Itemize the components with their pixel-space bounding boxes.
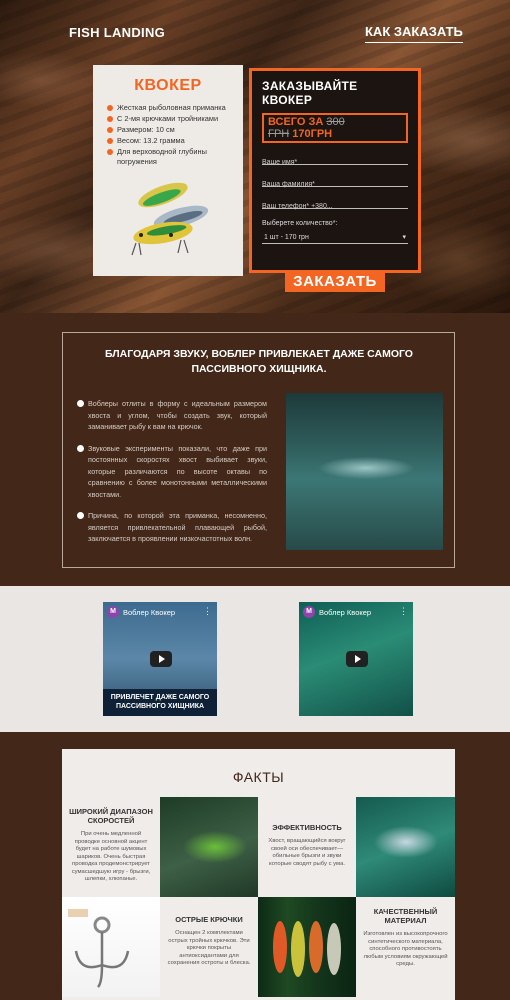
fact-image (258, 897, 356, 997)
fact-title: ОСТРЫЕ КРЮЧКИ (175, 915, 243, 924)
video-caption: ПРИВЛЕЧЕТ ДАЖЕ САМОГО ПАССИВНОГО ХИЩНИКА (103, 689, 217, 716)
chevron-down-icon: ▾ (402, 234, 406, 241)
hero-section: FISH LANDING КАК ЗАКАЗАТЬ КВОКЕР Жесткая… (0, 0, 510, 313)
quantity-label: Выберете количество*: (262, 220, 338, 227)
more-vert-icon[interactable]: ⋮ (203, 606, 212, 617)
fact-title: ЭФФЕКТИВНОСТЬ (272, 823, 342, 832)
sound-heading: БЛАГОДАРЯ ЗВУКУ, ВОБЛЕР ПРИВЛЕКАЕТ ДАЖЕ … (105, 348, 413, 375)
fact-card: ЭФФЕКТИВНОСТЬ Хвост, вращающийся вокруг … (258, 797, 356, 897)
fact-card: ШИРОКИЙ ДИАПАЗОН СКОРОСТЕЙ При очень мед… (62, 797, 160, 897)
feature-item: Для верховодной глубины погружения (107, 147, 243, 167)
feature-list: Жесткая рыболовная приманка С 2-мя крючк… (107, 103, 243, 167)
facts-section: ФАКТЫ ШИРОКИЙ ДИАПАЗОН СКОРОСТЕЙ При оче… (0, 732, 510, 1000)
fact-title: ШИРОКИЙ ДИАПАЗОН СКОРОСТЕЙ (69, 807, 153, 825)
fact-image (160, 797, 258, 897)
video-title[interactable]: Воблер Квокер (123, 608, 175, 617)
sound-point: Причина, по которой эта приманка, несомн… (77, 510, 267, 545)
water-splash-image (286, 393, 443, 550)
order-title: ЗАКАЗЫВАЙТЕ КВОКЕР (262, 79, 358, 107)
fact-card: ОСТРЫЕ КРЮЧКИ Оснащен 2 комплектами остр… (160, 897, 258, 997)
site-logo[interactable]: FISH LANDING (69, 25, 165, 40)
fact-text: Хвост, вращающийся вокруг своей оси обес… (268, 838, 346, 867)
new-price: 170ГРН (292, 128, 333, 140)
order-form: ЗАКАЗЫВАЙТЕ КВОКЕР ВСЕГО ЗА 300 ГРН 170ГРН… (249, 68, 421, 292)
fact-text: Изготовлен из высокопрочного синтетическ… (363, 931, 448, 967)
fact-text: При очень медленной проводке основной ак… (71, 831, 151, 882)
play-button-icon[interactable] (346, 651, 368, 667)
product-name: КВОКЕР (134, 77, 202, 94)
order-button[interactable]: ЗАКАЗАТЬ (285, 270, 385, 292)
name-input[interactable] (262, 159, 408, 166)
channel-avatar: M (107, 606, 119, 618)
treble-hook-icon (68, 909, 130, 988)
surname-input[interactable] (262, 181, 408, 188)
name-field-wrap (262, 151, 408, 166)
facts-panel: ФАКТЫ ШИРОКИЙ ДИАПАЗОН СКОРОСТЕЙ При оче… (62, 749, 455, 1000)
video-title[interactable]: Воблер Квокер (319, 608, 371, 617)
sound-point: Звуковые эксперименты показали, что даже… (77, 443, 267, 501)
fact-card: КАЧЕСТВЕННЫЙ МАТЕРИАЛ Изготовлен из высо… (356, 897, 455, 997)
fact-image (62, 897, 160, 997)
phone-field-wrap (262, 195, 408, 210)
product-card: КВОКЕР Жесткая рыболовная приманка С 2-м… (93, 65, 243, 276)
quantity-select[interactable]: 1 шт - 170 грн ▾ (262, 231, 408, 244)
channel-avatar: M (303, 606, 315, 618)
feature-item: Весом: 13.2 грамма (107, 136, 243, 146)
phone-input[interactable] (262, 203, 408, 210)
lure-image (131, 182, 209, 256)
video-header: M Воблер Квокер (303, 606, 371, 618)
more-vert-icon[interactable]: ⋮ (399, 606, 408, 617)
sound-point: Воблеры отлиты в форму с идеальным разме… (77, 398, 267, 433)
play-button-icon[interactable] (150, 651, 172, 667)
price-prefix: ВСЕГО ЗА (268, 116, 324, 128)
feature-item: Размером: 10 см (107, 125, 243, 135)
surname-field-wrap (262, 173, 408, 188)
fact-text: Оснащен 2 комплектами острых тройных крю… (167, 930, 251, 966)
feature-item: С 2-мя крючками тройниками (107, 114, 243, 124)
price-badge: ВСЕГО ЗА 300 ГРН 170ГРН (262, 113, 408, 143)
facts-title: ФАКТЫ (232, 769, 285, 785)
how-to-order-link[interactable]: КАК ЗАКАЗАТЬ (365, 24, 463, 43)
video-player[interactable]: M Воблер Квокер ⋮ (299, 602, 413, 716)
lures-row-image (273, 921, 341, 977)
fact-title: КАЧЕСТВЕННЫЙ МАТЕРИАЛ (373, 907, 438, 925)
sound-section: БЛАГОДАРЯ ЗВУКУ, ВОБЛЕР ПРИВЛЕКАЕТ ДАЖЕ … (0, 313, 510, 586)
video-player[interactable]: M Воблер Квокер ⋮ ПРИВЛЕЧЕТ ДАЖЕ САМОГО … (103, 602, 217, 716)
video-section: M Воблер Квокер ⋮ ПРИВЛЕЧЕТ ДАЖЕ САМОГО … (0, 586, 510, 732)
top-nav: FISH LANDING КАК ЗАКАЗАТЬ (0, 0, 510, 62)
quantity-selected: 1 шт - 170 грн (264, 233, 309, 241)
sound-points: Воблеры отлиты в форму с идеальным разме… (77, 398, 267, 555)
feature-item: Жесткая рыболовная приманка (107, 103, 243, 113)
fact-image (356, 797, 455, 897)
video-header: M Воблер Квокер (107, 606, 175, 618)
